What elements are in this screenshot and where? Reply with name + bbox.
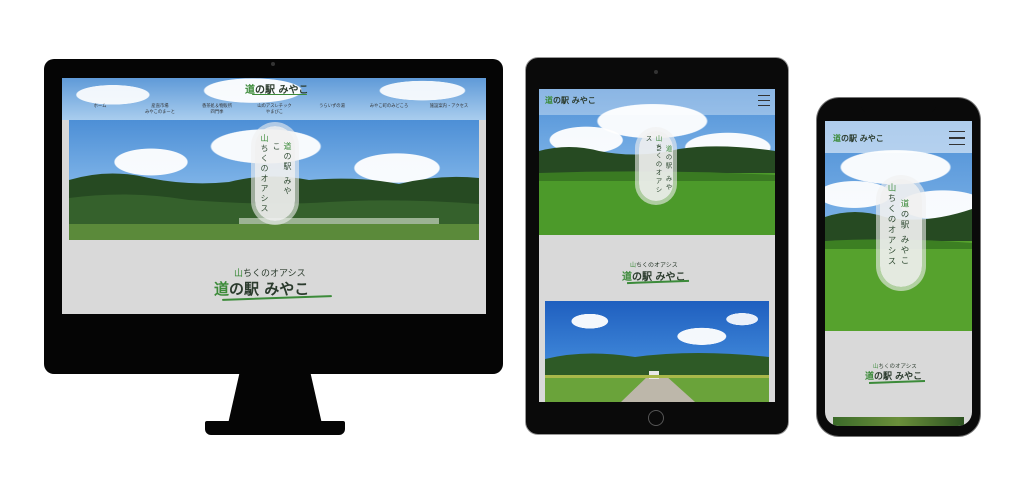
nav-access[interactable]: 施設案内・アクセス bbox=[424, 104, 474, 110]
hero-logo-vertical: 道の駅 みやこ bbox=[272, 142, 292, 197]
phone-notch bbox=[861, 100, 936, 113]
tablet-logo[interactable]: 道の駅 みやこ bbox=[545, 95, 596, 106]
tablet-road-photo bbox=[545, 301, 769, 402]
phone-logo[interactable]: 道の駅 みやこ bbox=[833, 133, 884, 144]
hero-tagline: 山ちくのオアシス bbox=[260, 134, 269, 214]
tablet-home-button[interactable] bbox=[648, 410, 664, 426]
tablet-menu-icon[interactable] bbox=[758, 95, 770, 106]
monitor-stand bbox=[228, 374, 322, 424]
tablet-hero-logo-vertical: 道の駅 みやこ bbox=[654, 145, 672, 192]
phone-hero-logo-vertical: 道の駅 みやこ bbox=[899, 199, 909, 267]
phone-screen: 道の駅 みやこ 山ちくのオアシス 道の駅 みやこ 山ちくのオアシス 道の駅 みや… bbox=[825, 121, 972, 426]
nav-athletic[interactable]: 山のアスレチック やまびこ bbox=[252, 104, 297, 116]
nav-market[interactable]: 産直市場 みやこのまーと bbox=[140, 104, 180, 116]
monitor-camera-icon bbox=[271, 62, 275, 66]
desktop-screen: 道の駅 みやこ ホーム 産直市場 みやこのまーと 香茶処＆物販所 四門季 山のア… bbox=[62, 78, 486, 314]
tablet-camera-icon bbox=[654, 70, 658, 74]
desktop-hero-image: 山ちくのオアシス 道の駅 みやこ bbox=[69, 120, 479, 240]
tablet-header: 道の駅 みやこ bbox=[539, 89, 775, 115]
tablet-screen: 道の駅 みやこ 山ちくのオアシス 道の駅 みやこ 山ちくのオアシス 道の駅 みや… bbox=[539, 89, 775, 402]
desktop-header: 道の駅 みやこ ホーム 産直市場 みやこのまーと 香茶処＆物販所 四門季 山のア… bbox=[62, 78, 486, 120]
phone-menu-icon[interactable] bbox=[949, 131, 965, 145]
phone-next-photo bbox=[833, 417, 964, 426]
phone-hero-tagline: 山ちくのオアシス bbox=[886, 183, 896, 267]
nav-shop[interactable]: 香茶処＆物販所 四門季 bbox=[197, 104, 237, 116]
nav-home[interactable]: ホーム bbox=[89, 104, 111, 110]
logo-underline bbox=[252, 94, 307, 95]
road-illustration bbox=[545, 353, 769, 402]
phone-header: 道の駅 みやこ bbox=[825, 121, 972, 153]
monitor-base bbox=[205, 421, 345, 435]
nav-sights[interactable]: みやこ町のみどころ bbox=[364, 104, 414, 110]
nav-onsen[interactable]: うらいずの湯 bbox=[314, 104, 350, 110]
